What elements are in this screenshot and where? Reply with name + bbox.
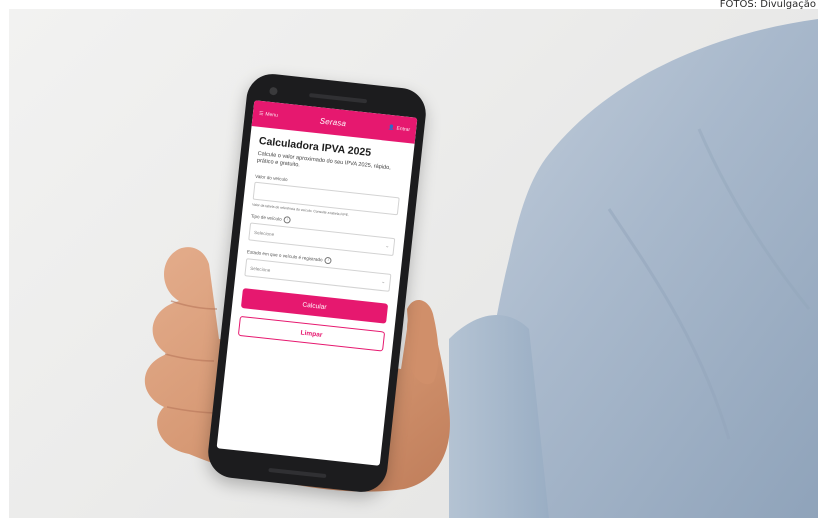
user-icon: 👤 — [387, 124, 395, 132]
bottom-speaker — [268, 467, 327, 479]
photo-background-scene — [144, 19, 818, 518]
info-icon[interactable]: i — [283, 216, 291, 224]
login-button[interactable]: 👤 Entrar — [388, 125, 410, 133]
chevron-down-icon: ⌄ — [384, 243, 390, 250]
calculator-form: Calculadora IPVA 2025 Calcule o valor ap… — [229, 126, 415, 353]
earpiece-speaker — [309, 93, 368, 104]
app-logo[interactable]: Serasa — [319, 116, 346, 128]
phone-screen: ☰ Menu Serasa 👤 Entrar Calculadora IPVA … — [216, 100, 418, 466]
clear-button[interactable]: Limpar — [237, 316, 386, 352]
photo-credit: FOTOS: Divulgação — [719, 0, 816, 9]
front-camera-icon — [269, 86, 278, 96]
chevron-down-icon: ⌄ — [380, 279, 386, 286]
login-label: Entrar — [396, 125, 411, 134]
menu-button[interactable]: ☰ Menu — [259, 111, 279, 119]
info-icon[interactable]: i — [324, 256, 332, 265]
menu-label: Menu — [265, 111, 279, 119]
menu-icon: ☰ — [258, 110, 264, 118]
product-photo: ☰ Menu Serasa 👤 Entrar Calculadora IPVA … — [9, 9, 818, 518]
